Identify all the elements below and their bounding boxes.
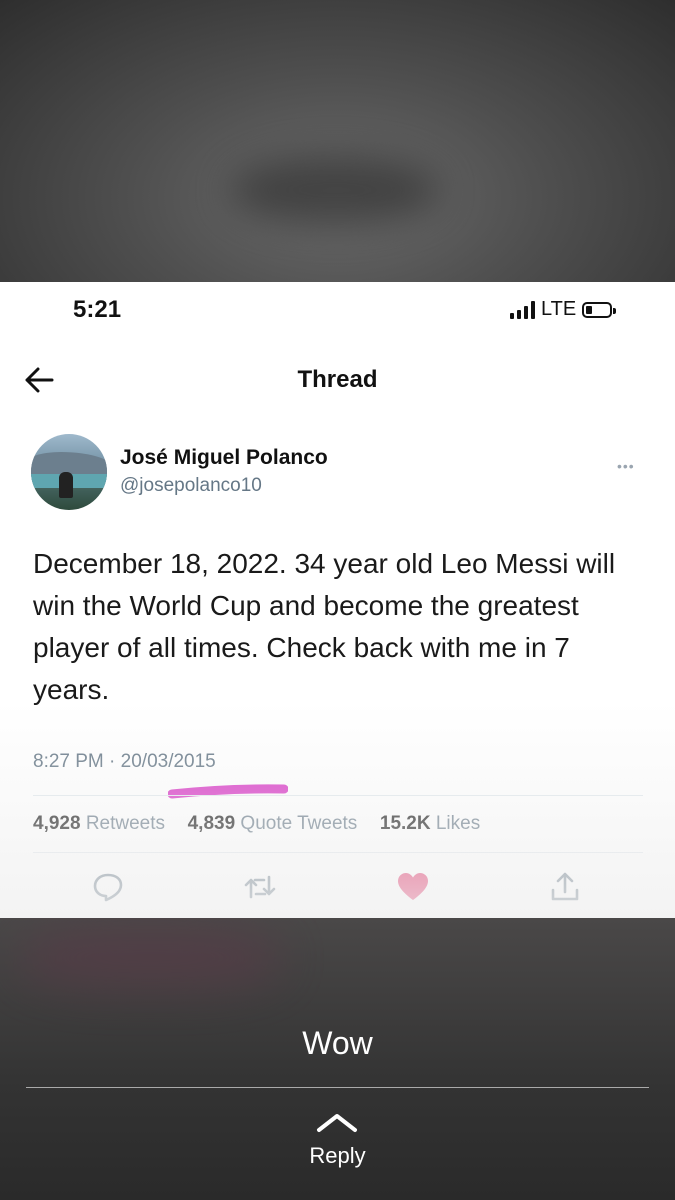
retweets-count[interactable]: 4,928 <box>33 813 81 834</box>
likes-label[interactable]: Likes <box>436 813 480 834</box>
comment-icon[interactable] <box>91 870 125 904</box>
highlight-marker <box>167 782 289 802</box>
story-background-top <box>0 0 675 282</box>
story-caption: Wow <box>302 1025 373 1061</box>
page-title: Thread <box>297 366 378 393</box>
tweet-screenshot: 5:21 LTE Thread José Miguel Polanco @jos… <box>0 282 675 918</box>
share-icon[interactable] <box>548 870 582 904</box>
tweet-text: December 18, 2022. 34 year old Leo Messi… <box>33 548 616 705</box>
tweet-time: 8:27 PM <box>33 751 104 772</box>
tweet-date: 20/03/2015 <box>120 751 216 772</box>
divider <box>33 852 643 853</box>
quotes-label[interactable]: Quote Tweets <box>240 813 357 834</box>
timestamp-separator: · <box>109 751 116 772</box>
status-indicators: LTE <box>510 298 617 321</box>
author-name[interactable]: José Miguel Polanco <box>120 446 328 470</box>
signal-icon <box>510 300 535 319</box>
retweets-label[interactable]: Retweets <box>86 813 165 834</box>
heart-icon[interactable] <box>396 870 430 904</box>
network-label: LTE <box>541 298 577 320</box>
divider <box>33 795 643 796</box>
author-handle[interactable]: @josepolanco10 <box>120 475 262 497</box>
avatar[interactable] <box>31 434 107 510</box>
likes-count[interactable]: 15.2K <box>380 813 431 834</box>
engagement-stats: 4,928 Retweets 4,839 Quote Tweets 15.2K … <box>33 813 480 835</box>
divider <box>26 1087 649 1088</box>
chevron-up-icon[interactable] <box>315 1110 359 1134</box>
battery-icon <box>582 301 617 318</box>
retweet-icon[interactable] <box>243 870 277 904</box>
tweet-timestamp: 8:27 PM · 20/03/2015 <box>33 751 216 773</box>
quotes-count[interactable]: 4,839 <box>188 813 236 834</box>
more-dots-icon[interactable]: ••• <box>617 458 635 474</box>
reply-button[interactable]: Reply <box>0 1143 675 1169</box>
status-time: 5:21 <box>73 296 122 323</box>
